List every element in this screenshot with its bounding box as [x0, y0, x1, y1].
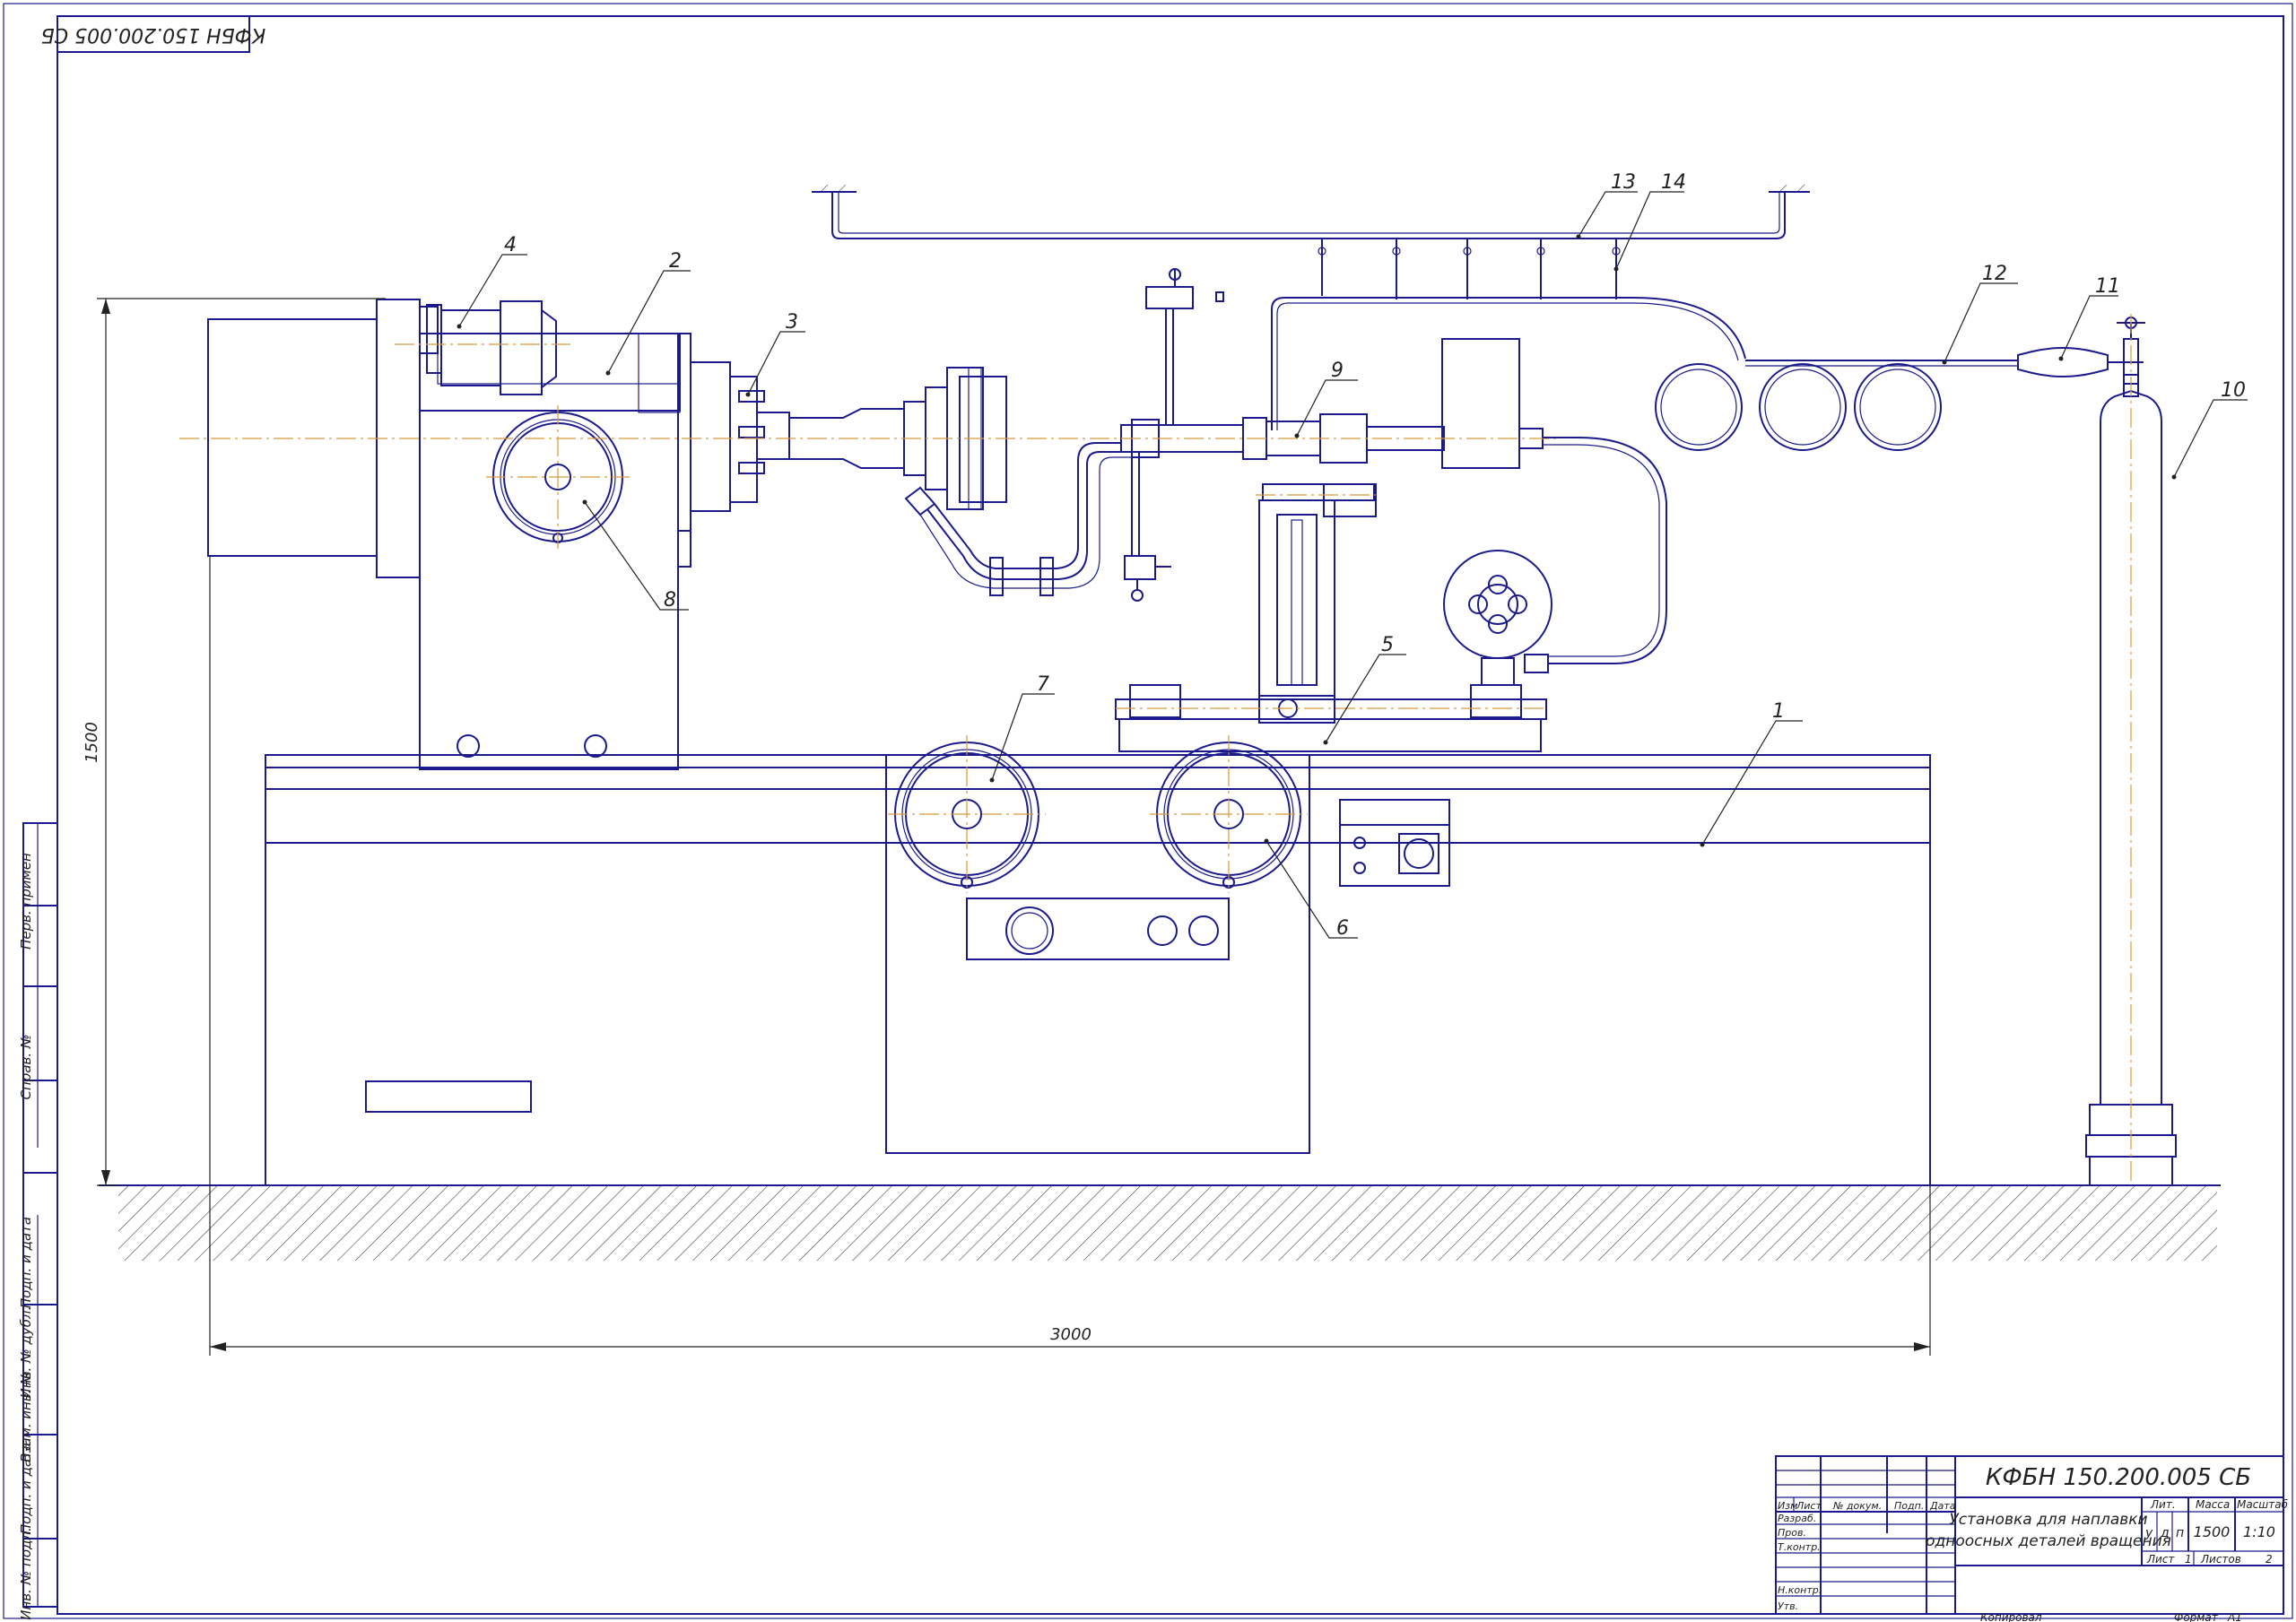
gas-cylinder [2085, 314, 2177, 1186]
chuck-workpiece [690, 361, 1007, 512]
handwheel-6 [1150, 735, 1308, 893]
format-label: Формат [2174, 1611, 2219, 1622]
side-label-0: Перв. примен [18, 853, 34, 950]
row-razrab: Разраб. [1778, 1513, 1816, 1524]
sheet-frame [3, 3, 2293, 1619]
row-nkontr: Н.контр. [1778, 1584, 1822, 1596]
title-line1: Установка для наплавки [1949, 1511, 2147, 1529]
callout-14: 14 [1661, 171, 1686, 194]
col-ndoc: № докум. [1832, 1500, 1882, 1512]
callout-5: 5 [1381, 634, 1394, 656]
title-line2: одноосных деталей вращения [1926, 1532, 2171, 1550]
assembly-drawing: КФБН 150.200.005 СБ Перв. примен Справ. … [3, 3, 2293, 1622]
scale-label: Масштаб [2237, 1498, 2289, 1511]
col-podp: Подп. [1894, 1500, 1924, 1512]
col-data: Дата [1929, 1500, 1956, 1512]
top-code-text: КФБН 150.200.005 СБ [41, 23, 266, 46]
mass-value: 1500 [2194, 1523, 2231, 1540]
col-list: Лист [1796, 1500, 1822, 1512]
callout-1: 1 [1772, 700, 1785, 723]
copied-label: Копировал [1980, 1611, 2042, 1622]
sheet-value: 1 [2185, 1553, 2192, 1566]
overhead-rail [812, 185, 1810, 299]
lit-p: п [2176, 1526, 2184, 1540]
headstock [207, 299, 691, 770]
dim-width-text: 3000 [1050, 1325, 1091, 1344]
sheets-value: 2 [2266, 1553, 2273, 1566]
callout-8: 8 [664, 589, 676, 612]
title-block: КФБН 150.200.005 СБ Установка для наплав… [1775, 1455, 2289, 1622]
title-code: КФБН 150.200.005 СБ [1986, 1464, 2251, 1491]
welding-torch [179, 268, 1557, 602]
side-label-1: Справ. № [18, 1035, 34, 1100]
col-izm: Изм [1778, 1500, 1797, 1512]
row-prov: Пров. [1778, 1527, 1806, 1539]
callout-12: 12 [1982, 263, 2007, 285]
rail-hangers [1318, 239, 1621, 299]
sheet-label: Лист [2146, 1553, 2175, 1566]
sheets-label: Листов [2200, 1553, 2241, 1566]
callout-7: 7 [1037, 673, 1049, 696]
ground-hatch [99, 1184, 2221, 1261]
callout-9: 9 [1331, 360, 1344, 382]
callout-13: 13 [1611, 171, 1636, 194]
callout-6: 6 [1336, 917, 1349, 940]
mass-label: Масса [2196, 1498, 2230, 1511]
format-value: А1 [2227, 1611, 2242, 1622]
side-label-2: Подп. и дата [18, 1217, 34, 1308]
row-tkontr: Т.контр. [1778, 1541, 1821, 1553]
machine-bed [265, 754, 1931, 1186]
callout-11: 11 [2095, 275, 2120, 298]
dim-height-text: 1500 [83, 722, 101, 763]
callout-3: 3 [786, 311, 798, 334]
callout-4: 4 [504, 234, 517, 256]
handwheel-7 [888, 735, 1046, 893]
dimension-height: 1500 [83, 298, 386, 1186]
scale-value: 1:10 [2243, 1523, 2275, 1540]
lit-u: у [2144, 1526, 2153, 1540]
torch-support [1115, 483, 1547, 752]
lit-label: Лит. [2150, 1498, 2176, 1511]
callout-10: 10 [2221, 379, 2246, 402]
handwheel-8 [486, 405, 630, 549]
lit-d: д [2160, 1526, 2170, 1540]
side-label-6: Инв. № подл. [18, 1527, 34, 1619]
wire-feeder [1443, 437, 1667, 686]
top-code-box: КФБН 150.200.005 СБ [41, 15, 266, 53]
binding-column: Перв. примен Справ. № Подп. и дата Инв. … [18, 822, 58, 1620]
callout-2: 2 [669, 250, 682, 273]
side-label-5: Подп. и дата [18, 1443, 34, 1534]
row-utv: Утв. [1778, 1600, 1798, 1612]
